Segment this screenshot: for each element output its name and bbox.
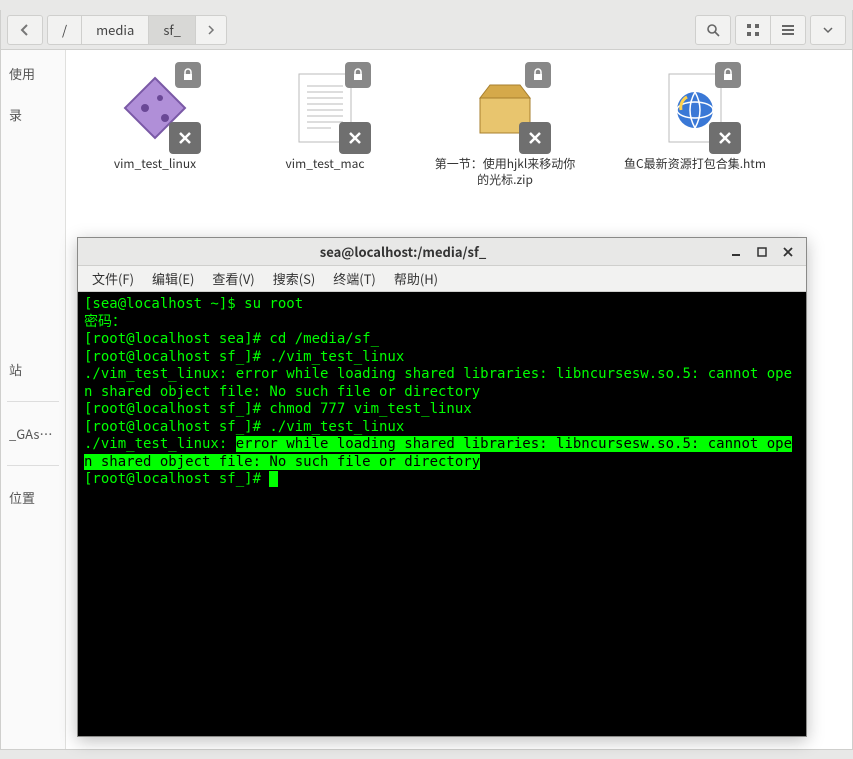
close-icon xyxy=(339,122,371,154)
lock-icon xyxy=(175,62,201,88)
file-item[interactable]: 鱼C最新资源打包合集.htm xyxy=(620,68,770,172)
term-line: [sea@localhost ~]$ su root xyxy=(84,296,303,312)
term-line: 密码： xyxy=(84,314,126,330)
sidebar-item[interactable]: 位置 xyxy=(7,484,59,511)
file-label: 第一节：使用hjkl来移动你的光标.zip xyxy=(430,156,580,187)
file-manager-toolbar: / media sf_ xyxy=(1,10,852,50)
term-line: [root@localhost sea]# cd /media/sf_ xyxy=(84,331,379,347)
file-label: vim_test_linux xyxy=(114,156,196,172)
menu-terminal[interactable]: 终端(T) xyxy=(325,266,384,291)
menu-file[interactable]: 文件(F) xyxy=(84,266,142,291)
file-label: 鱼C最新资源打包合集.htm xyxy=(624,156,766,172)
sidebar: 使用 录 站 _GAs_… 位置 xyxy=(1,50,66,749)
maximize-button[interactable] xyxy=(752,244,772,260)
breadcrumb-forward[interactable] xyxy=(195,15,227,45)
close-icon xyxy=(709,122,741,154)
archive-icon xyxy=(465,68,545,148)
search-button[interactable] xyxy=(695,15,731,45)
sidebar-item[interactable]: 录 xyxy=(7,101,59,128)
file-label: vim_test_mac xyxy=(286,156,365,172)
cursor-icon xyxy=(269,471,278,487)
file-item[interactable]: vim_test_mac xyxy=(260,68,390,172)
term-line: ./vim_test_linux: error while loading sh… xyxy=(84,366,792,400)
lock-icon xyxy=(715,62,741,88)
file-item[interactable]: 第一节：使用hjkl来移动你的光标.zip xyxy=(430,68,580,187)
close-icon xyxy=(519,122,551,154)
breadcrumb: / media sf_ xyxy=(47,15,227,45)
menu-help[interactable]: 帮助(H) xyxy=(386,266,446,291)
term-line: ./vim_test_linux: xyxy=(84,436,236,452)
view-mode-segment xyxy=(735,15,806,45)
file-item[interactable]: vim_test_linux xyxy=(90,68,220,172)
lock-icon xyxy=(525,62,551,88)
terminal-body[interactable]: [sea@localhost ~]$ su root 密码： [root@loc… xyxy=(78,292,806,736)
sidebar-item[interactable]: _GAs_… xyxy=(7,420,59,447)
breadcrumb-item[interactable]: media xyxy=(81,15,149,45)
sidebar-item[interactable]: 使用 xyxy=(7,60,59,87)
term-line-highlight: error while loading shared libraries: li… xyxy=(236,436,767,452)
sidebar-item[interactable]: 站 xyxy=(7,356,59,383)
term-line: [root@localhost sf_]# ./vim_test_linux xyxy=(84,349,404,365)
document-icon xyxy=(285,68,365,148)
executable-icon xyxy=(115,68,195,148)
minimize-button[interactable] xyxy=(726,244,746,260)
menu-search[interactable]: 搜索(S) xyxy=(265,266,324,291)
close-button[interactable] xyxy=(778,244,798,260)
menu-view[interactable]: 查看(V) xyxy=(204,266,262,291)
close-icon xyxy=(169,122,201,154)
back-button[interactable] xyxy=(7,15,43,45)
dropdown-button[interactable] xyxy=(810,15,846,45)
term-line: [root@localhost sf_]# chmod 777 vim_test… xyxy=(84,401,472,417)
breadcrumb-item[interactable]: sf_ xyxy=(148,15,196,45)
terminal-window: sea@localhost:/media/sf_ 文件(F) 编辑(E) 查看(… xyxy=(77,237,807,737)
terminal-menubar: 文件(F) 编辑(E) 查看(V) 搜索(S) 终端(T) 帮助(H) xyxy=(78,266,806,292)
lock-icon xyxy=(345,62,371,88)
icon-view-button[interactable] xyxy=(735,15,771,45)
html-icon xyxy=(655,68,735,148)
menu-edit[interactable]: 编辑(E) xyxy=(144,266,202,291)
list-view-button[interactable] xyxy=(770,15,806,45)
terminal-titlebar[interactable]: sea@localhost:/media/sf_ xyxy=(78,238,806,266)
term-line: [root@localhost sf_]# ./vim_test_linux xyxy=(84,419,404,435)
term-prompt: [root@localhost sf_]# xyxy=(84,471,269,487)
terminal-title: sea@localhost:/media/sf_ xyxy=(86,242,720,261)
breadcrumb-item[interactable]: / xyxy=(47,15,82,45)
